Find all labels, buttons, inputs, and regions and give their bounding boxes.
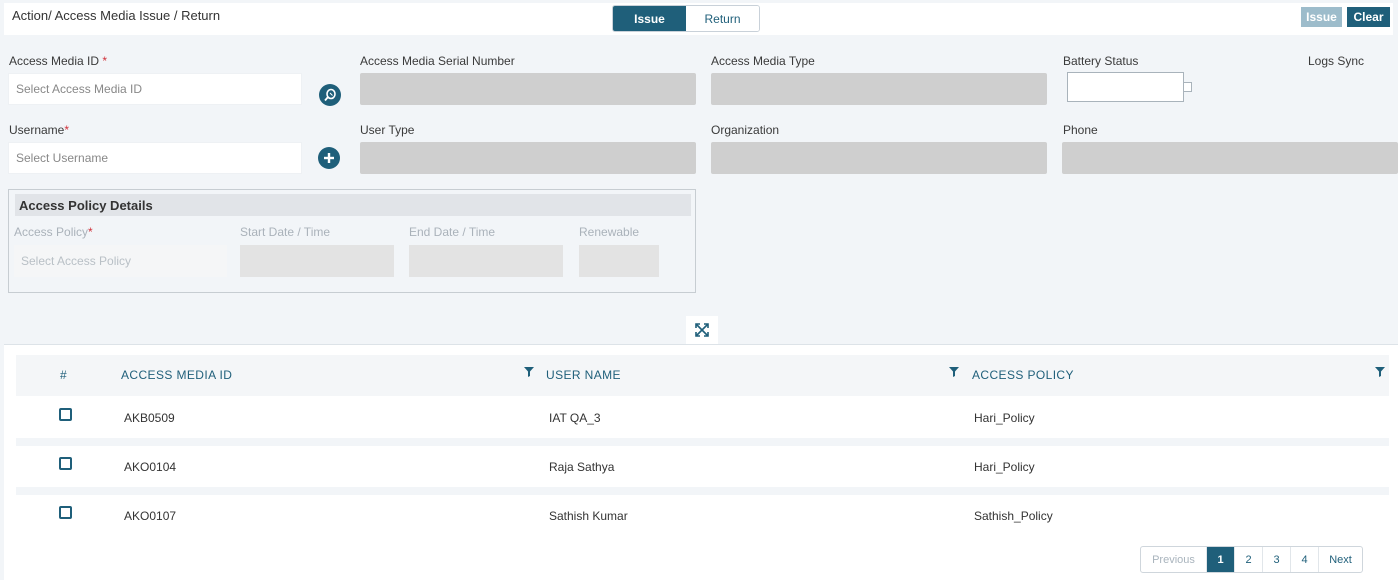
battery-icon bbox=[1184, 82, 1192, 92]
user-name-cell: Raja Sathya bbox=[549, 460, 615, 474]
table-row[interactable]: AKO0107 Sathish Kumar Sathish_Policy bbox=[16, 495, 1389, 536]
col-access-policy-header[interactable]: ACCESS POLICY bbox=[972, 368, 1074, 382]
issue-button[interactable]: Issue bbox=[1300, 6, 1343, 28]
media-type-field bbox=[711, 73, 1047, 105]
end-date-label: End Date / Time bbox=[409, 225, 496, 239]
col-index-header: # bbox=[60, 368, 68, 382]
access-media-id-label: Access Media ID * bbox=[9, 54, 108, 68]
scan-icon[interactable] bbox=[319, 84, 341, 106]
filter-icon[interactable] bbox=[1375, 367, 1385, 377]
logs-sync-label: Logs Sync bbox=[1308, 54, 1365, 68]
phone-label: Phone bbox=[1063, 123, 1098, 137]
access-policy-cell: Hari_Policy bbox=[974, 411, 1035, 425]
user-name-cell: Sathish Kumar bbox=[549, 509, 628, 523]
user-type-label: User Type bbox=[360, 123, 415, 137]
table-row[interactable]: AKB0509 IAT QA_3 Hari_Policy bbox=[16, 397, 1389, 438]
access-media-grid: # ACCESS MEDIA ID USER NAME ACCESS POLIC… bbox=[4, 344, 1398, 580]
top-bar: Action/ Access Media Issue / Return Issu… bbox=[4, 3, 1393, 35]
media-type-label: Access Media Type bbox=[711, 54, 815, 68]
access-policy-panel: Access Policy Details Access Policy* Sel… bbox=[8, 189, 696, 293]
expand-icon[interactable] bbox=[686, 316, 718, 344]
breadcrumb: Action/ Access Media Issue / Return bbox=[12, 8, 221, 23]
organization-label: Organization bbox=[711, 123, 780, 137]
page-2-button[interactable]: 2 bbox=[1234, 547, 1262, 572]
renewable-field bbox=[579, 245, 659, 277]
page-1-button[interactable]: 1 bbox=[1206, 547, 1234, 572]
end-date-field bbox=[409, 245, 563, 277]
user-type-field bbox=[360, 142, 696, 174]
battery-status-label: Battery Status bbox=[1063, 54, 1139, 68]
media-id-cell: AKO0107 bbox=[124, 509, 177, 523]
tab-return[interactable]: Return bbox=[686, 6, 759, 31]
battery-status-field bbox=[1067, 72, 1184, 102]
row-checkbox[interactable] bbox=[59, 457, 72, 470]
phone-field bbox=[1062, 142, 1398, 174]
pagination: Previous 1 2 3 4 Next bbox=[1140, 546, 1363, 573]
next-page-button[interactable]: Next bbox=[1318, 547, 1362, 572]
access-policy-cell: Sathish_Policy bbox=[974, 509, 1053, 523]
user-name-cell: IAT QA_3 bbox=[549, 411, 601, 425]
col-user-name-header[interactable]: USER NAME bbox=[546, 368, 621, 382]
page-4-button[interactable]: 4 bbox=[1290, 547, 1318, 572]
table-row[interactable]: AKO0104 Raja Sathya Hari_Policy bbox=[16, 446, 1389, 487]
row-checkbox[interactable] bbox=[59, 506, 72, 519]
access-policy-title: Access Policy Details bbox=[15, 194, 691, 216]
start-date-field bbox=[240, 245, 394, 277]
col-media-id-header[interactable]: ACCESS MEDIA ID bbox=[121, 368, 232, 382]
access-policy-cell: Hari_Policy bbox=[974, 460, 1035, 474]
row-separator bbox=[16, 487, 1389, 495]
filter-icon[interactable] bbox=[949, 367, 959, 377]
row-checkbox[interactable] bbox=[59, 408, 72, 421]
start-date-label: Start Date / Time bbox=[240, 225, 331, 239]
renewable-label: Renewable bbox=[579, 225, 640, 239]
username-label: Username* bbox=[9, 123, 70, 137]
access-media-id-select[interactable]: Select Access Media ID bbox=[8, 73, 302, 105]
page-3-button[interactable]: 3 bbox=[1262, 547, 1290, 572]
clear-button[interactable]: Clear bbox=[1346, 6, 1391, 28]
add-user-icon[interactable] bbox=[318, 147, 340, 169]
access-policy-label: Access Policy* bbox=[14, 225, 93, 239]
media-id-cell: AKB0509 bbox=[124, 411, 175, 425]
row-separator bbox=[16, 438, 1389, 446]
media-id-cell: AKO0104 bbox=[124, 460, 177, 474]
access-policy-select[interactable]: Select Access Policy bbox=[14, 245, 227, 277]
grid-header: # ACCESS MEDIA ID USER NAME ACCESS POLIC… bbox=[16, 355, 1389, 396]
serial-number-field bbox=[360, 73, 696, 105]
organization-field bbox=[711, 142, 1047, 174]
tab-issue[interactable]: Issue bbox=[613, 6, 686, 31]
mode-toggle: Issue Return bbox=[612, 5, 760, 32]
serial-number-label: Access Media Serial Number bbox=[360, 54, 515, 68]
username-select[interactable]: Select Username bbox=[8, 142, 302, 174]
previous-page-button[interactable]: Previous bbox=[1141, 547, 1206, 572]
filter-icon[interactable] bbox=[524, 367, 534, 377]
